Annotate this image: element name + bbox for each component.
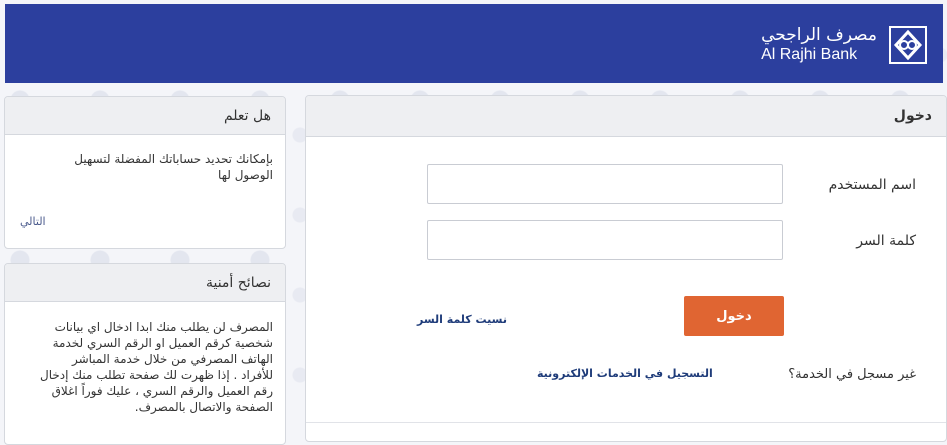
login-panel: دخول اسم المستخدم كلمة السر دخول نسيت كل… — [305, 95, 947, 442]
bank-emblem-icon — [889, 26, 927, 64]
register-link[interactable]: التسجيل في الخدمات الإلكترونية — [537, 367, 713, 380]
username-input[interactable] — [427, 164, 783, 204]
did-you-know-text: بإمكانك تحديد حساباتك المفضلة لتسهيل الو… — [74, 152, 273, 182]
did-you-know-title: هل تعلم — [5, 97, 285, 135]
username-label: اسم المستخدم — [828, 177, 916, 193]
next-tip-link[interactable]: التالي — [20, 215, 46, 228]
logo-text: مصرف الراجحي Al Rajhi Bank — [761, 25, 877, 65]
login-title: دخول — [306, 96, 946, 137]
login-button[interactable]: دخول — [684, 296, 784, 336]
site-header: مصرف الراجحي Al Rajhi Bank — [5, 4, 943, 83]
bank-logo[interactable]: مصرف الراجحي Al Rajhi Bank — [761, 22, 927, 68]
logo-arabic-name: مصرف الراجحي — [761, 25, 877, 45]
security-tips-title: نصائح أمنية — [5, 264, 285, 302]
did-you-know-panel: هل تعلم بإمكانك تحديد حساباتك المفضلة لت… — [4, 96, 286, 249]
logo-english-name: Al Rajhi Bank — [761, 46, 858, 63]
forgot-password-link[interactable]: نسيت كلمة السر — [417, 313, 507, 326]
password-label: كلمة السر — [856, 233, 916, 249]
not-registered-text: غير مسجل في الخدمة؟ — [788, 367, 916, 382]
security-tips-panel: نصائح أمنية المصرف لن يطلب منك ابدا ادخا… — [4, 263, 286, 445]
password-input[interactable] — [427, 220, 783, 260]
panel-divider — [306, 422, 946, 423]
security-tips-text: المصرف لن يطلب منك ابدا ادخال اي بيانات … — [40, 320, 273, 414]
